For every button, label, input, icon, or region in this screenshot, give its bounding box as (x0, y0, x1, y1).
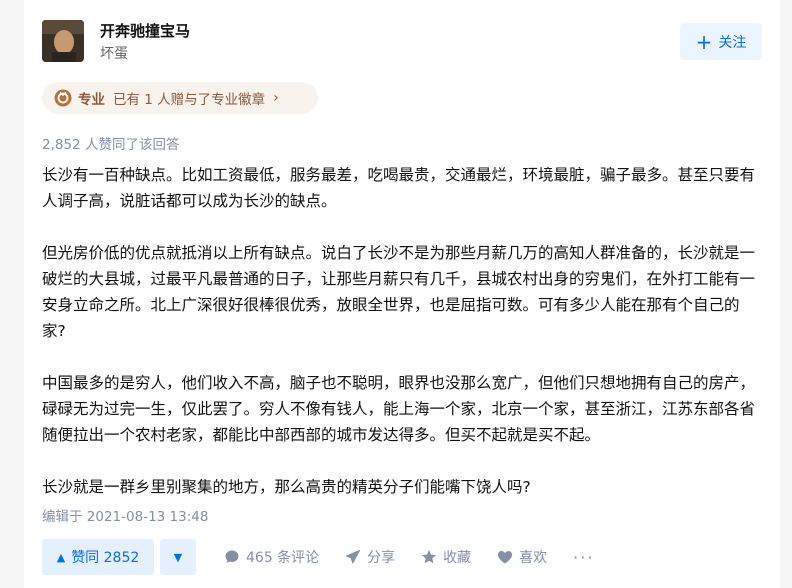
badge-text: 已有 1 人赠与了专业徽章 (113, 92, 266, 108)
follow-button[interactable]: + 关注 (680, 23, 762, 60)
edit-time[interactable]: 编辑于 2021-08-13 13:48 (42, 505, 208, 525)
vote-summary[interactable]: 2,852 人赞同了该回答 (42, 133, 179, 153)
action-bar: ▲ 赞同 2852 ▼ 465 条评论 分享 收藏 喜欢 ··· (42, 539, 762, 575)
follow-label: 关注 (718, 34, 747, 51)
answer-content: 长沙有一百种缺点。比如工资最低，服务最差，吃喝最贵，交通最烂，环境最脏，骗子最多… (42, 162, 760, 526)
share-button[interactable]: 分享 (345, 547, 395, 567)
favorite-button[interactable]: 收藏 (421, 547, 471, 567)
share-label: 分享 (367, 550, 396, 566)
badge-keyword: 专业 (78, 92, 105, 108)
upvote-button[interactable]: ▲ 赞同 2852 (42, 539, 154, 575)
comments-label: 465 条评论 (246, 550, 320, 566)
chevron-right-icon: › (273, 90, 279, 106)
upvote-label: 赞同 2852 (71, 550, 140, 566)
comments-button[interactable]: 465 条评论 (224, 547, 319, 567)
answer-paragraph: 但光房价低的优点就抵消以上所有缺点。说白了长沙不是为那些月薪几万的高知人群准备的… (42, 244, 756, 340)
answer-paragraph: 长沙有一百种缺点。比如工资最低，服务最差，吃喝最贵，交通最烂，环境最脏，骗子最多… (42, 166, 756, 210)
answer-card: 开奔驰撞宝马 坏蛋 + 关注 专业 已有 1 人赠与了专业徽章 › 2,852 … (24, 0, 780, 588)
more-icon[interactable]: ··· (573, 548, 594, 567)
favorite-label: 收藏 (443, 550, 472, 566)
share-icon (346, 550, 361, 564)
answer-paragraph: 长沙就是一群乡里别聚集的地方，那么高贵的精英分子们能嘴下饶人吗? (42, 478, 531, 496)
downvote-triangle-icon: ▼ (173, 550, 183, 564)
plus-icon: + (695, 29, 713, 54)
author-name[interactable]: 开奔驰撞宝马 (100, 20, 190, 41)
like-label: 喜欢 (519, 550, 548, 566)
medal-icon (54, 89, 72, 107)
professional-badge-pill[interactable]: 专业 已有 1 人赠与了专业徽章 › (42, 82, 318, 114)
upvote-triangle-icon: ▲ (56, 550, 66, 564)
downvote-button[interactable]: ▼ (160, 539, 196, 575)
answer-paragraph: 中国最多的是穷人，他们收入不高，脑子也不聪明，眼界也没那么宽广，但他们只想地拥有… (42, 374, 756, 444)
avatar[interactable] (42, 20, 84, 62)
like-button[interactable]: 喜欢 (497, 547, 547, 567)
heart-icon (498, 551, 513, 564)
comment-icon (225, 550, 239, 563)
favorite-star-icon (422, 550, 437, 564)
author-bio: 坏蛋 (100, 46, 128, 62)
